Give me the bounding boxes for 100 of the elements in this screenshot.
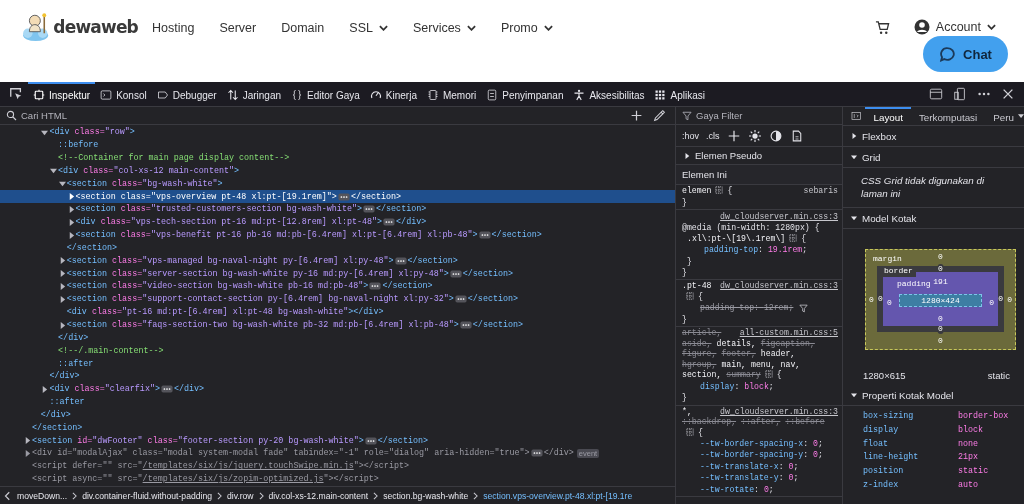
section-header[interactable]: Model Kotak <box>843 208 1024 229</box>
devtools-tab[interactable]: Memori <box>421 82 482 106</box>
tree-row[interactable]: <section class="vps-benefit pt-16 pb-16 md:pb-[6.4rem] xl:pt-[6.4rem] xl:pb-48"> </section> <box>0 228 675 242</box>
tree-row[interactable]: </section> <box>0 241 675 255</box>
tree-row[interactable]: <section class="vps-overview pt-48 xl:pt-[19.1rem]"> </section> <box>0 190 675 203</box>
tree-row[interactable]: <script defer="" src="/templates/six/js/jquery.touchSwipe.min.js"></script> <box>0 459 675 473</box>
sun-icon[interactable] <box>748 129 761 142</box>
dropdown-caret-icon[interactable] <box>1017 113 1024 119</box>
breadcrumb[interactable]: section.bg-wash-white <box>383 490 469 501</box>
toggle-button[interactable]: :hov <box>680 130 701 141</box>
grid-icon[interactable] <box>715 186 724 194</box>
grid-icon[interactable] <box>764 370 773 379</box>
tree-row[interactable]: <section class="server-section bg-wash-white py-16 md:py-[6.4rem] xl:py-48"> </section> <box>0 267 675 281</box>
nav-link[interactable]: SSL <box>349 21 388 35</box>
twisty-icon[interactable] <box>58 295 66 303</box>
nav-link[interactable]: Domain <box>281 21 325 35</box>
breadcrumb[interactable]: moveDown... <box>17 490 68 501</box>
twisty-icon[interactable] <box>41 385 49 393</box>
twisty-icon[interactable] <box>24 449 31 457</box>
source-link[interactable]: sebaris <box>803 186 838 197</box>
ellipsis-icon[interactable] <box>530 449 543 458</box>
nav-link[interactable]: Hosting <box>152 21 195 35</box>
toggle-button[interactable]: .cls <box>704 130 722 141</box>
grid-icon[interactable] <box>789 233 798 242</box>
panel-tab[interactable]: Layout <box>865 107 911 125</box>
tree-row[interactable]: </div> <box>0 408 675 422</box>
tree-row[interactable]: <section class="support-contact-section py-[6.4rem] bg-naval-night xl:py-32"> </section> <box>0 292 675 306</box>
twisty-icon[interactable] <box>41 128 49 136</box>
cart-icon[interactable] <box>874 19 890 35</box>
devtools-tab[interactable]: Debugger <box>151 82 222 106</box>
grid-icon[interactable] <box>686 427 694 436</box>
twisty-icon[interactable] <box>58 270 66 278</box>
twisty-icon[interactable] <box>58 282 66 290</box>
ellipsis-icon[interactable] <box>394 256 407 265</box>
tree-row[interactable]: <!--/.main-content--> <box>0 344 675 358</box>
breadcrumb[interactable]: div.col-xs-12.main-content <box>268 490 369 501</box>
nav-link[interactable]: Services <box>412 21 476 35</box>
tree-row[interactable]: </section> <box>0 421 675 435</box>
close-icon[interactable] <box>1001 87 1015 101</box>
plus-icon[interactable] <box>727 129 740 142</box>
chat-button[interactable]: Chat <box>923 36 1008 72</box>
tree-row[interactable]: <div class="row"> <box>0 125 675 139</box>
tree-row[interactable]: </div> <box>0 369 675 383</box>
grid-icon[interactable] <box>686 291 694 300</box>
element-picker-icon[interactable] <box>9 87 23 101</box>
tree-row[interactable]: <div class="pt-16 md:pt-[6.4rem] xl:pt-48 bg-wash-white"></div> <box>0 305 675 319</box>
devtools-tab[interactable]: Editor Gaya <box>286 82 365 106</box>
section-header[interactable]: Flexbox <box>843 126 1024 147</box>
sidebar-toggle-icon[interactable] <box>851 110 862 122</box>
ellipsis-icon[interactable] <box>369 282 382 291</box>
plus-icon[interactable] <box>630 108 643 122</box>
tree-row[interactable]: <script async="" src="/templates/six/js/zopim-optimized.js"></script> <box>0 472 675 486</box>
source-link[interactable]: all-custom.min.css:5 <box>739 328 838 339</box>
breadcrumb[interactable]: div.container-fluid.without-padding <box>82 490 212 501</box>
ellipsis-icon[interactable] <box>364 436 377 445</box>
twisty-icon[interactable] <box>58 180 66 188</box>
breadcrumb[interactable]: div.row <box>226 490 254 501</box>
twisty-icon[interactable] <box>58 321 66 329</box>
logo-text[interactable]: dewaweb <box>53 17 138 37</box>
tree-row[interactable]: <section class="bg-wash-white"> <box>0 177 675 191</box>
dock-icon[interactable] <box>929 87 943 101</box>
ellipsis-icon[interactable] <box>459 321 472 329</box>
devtools-tab[interactable]: Konsol <box>95 82 152 106</box>
account-menu[interactable]: Account <box>913 19 996 35</box>
section-header[interactable]: Properti Kotak Model <box>843 385 1024 406</box>
twisty-icon[interactable] <box>58 257 66 265</box>
ellipsis-icon[interactable] <box>478 231 491 240</box>
ellipsis-icon[interactable] <box>337 192 350 201</box>
tree-row[interactable]: <section class="trusted-customers-section bg-wash-white"> </section> <box>0 203 675 216</box>
panel-tab[interactable]: Terkomputasi <box>910 107 986 125</box>
tree-row[interactable]: <div class="col-xs-12 main-content"> <box>0 164 675 178</box>
source-link[interactable]: dw_cloudserver.min.css:3 <box>720 211 838 221</box>
search-field[interactable]: Cari HTML <box>21 109 131 121</box>
tree-row[interactable]: <!--Container for main page display content--> <box>0 151 675 165</box>
tree-row[interactable]: <section id="dwFooter" class="footer-section py-20 bg-wash-white"> </section> <box>0 434 675 447</box>
tree-row[interactable]: </div> <box>0 331 675 345</box>
devtools-tab[interactable]: Aksesibilitas <box>568 82 650 106</box>
twisty-icon[interactable] <box>24 437 31 445</box>
source-link[interactable]: dw_cloudserver.min.css:3 <box>720 406 838 418</box>
twisty-icon[interactable] <box>67 231 75 239</box>
contrast-icon[interactable] <box>769 129 782 142</box>
ellipsis-icon[interactable] <box>454 295 467 304</box>
nav-link[interactable]: Server <box>219 21 257 35</box>
tree-row[interactable]: <section class="vps-managed bg-naval-night py-[6.4rem] xl:py-48"> </section> <box>0 254 675 268</box>
devtools-tab[interactable]: Inspektur <box>28 82 96 106</box>
devtools-tab[interactable]: Penyimpanan <box>481 82 569 106</box>
devtools-tab[interactable]: Kinerja <box>364 82 422 106</box>
twisty-icon[interactable] <box>67 193 75 201</box>
tree-row[interactable]: <section class="video-section bg-wash-white pb-16 md:pb-48"> </section> <box>0 280 675 293</box>
ellipsis-icon[interactable] <box>383 218 396 227</box>
tree-row[interactable]: <section class="faqs-section-two bg-wash-white pb-32 md:pb-[6.4rem] xl:pb-48"> </section> <box>0 318 675 332</box>
panel-tab[interactable]: Peru <box>985 107 1022 125</box>
tree-row[interactable]: ::after <box>0 395 675 409</box>
devtools-tab[interactable]: Jaringan <box>221 82 286 106</box>
twisty-icon[interactable] <box>67 218 75 226</box>
nav-link[interactable]: Promo <box>500 21 553 35</box>
ellipsis-icon[interactable] <box>161 385 173 394</box>
section-header[interactable]: Grid <box>843 147 1024 168</box>
twisty-icon[interactable] <box>50 167 58 175</box>
tree-row[interactable]: <div class="clearfix"> </div> <box>0 382 675 396</box>
